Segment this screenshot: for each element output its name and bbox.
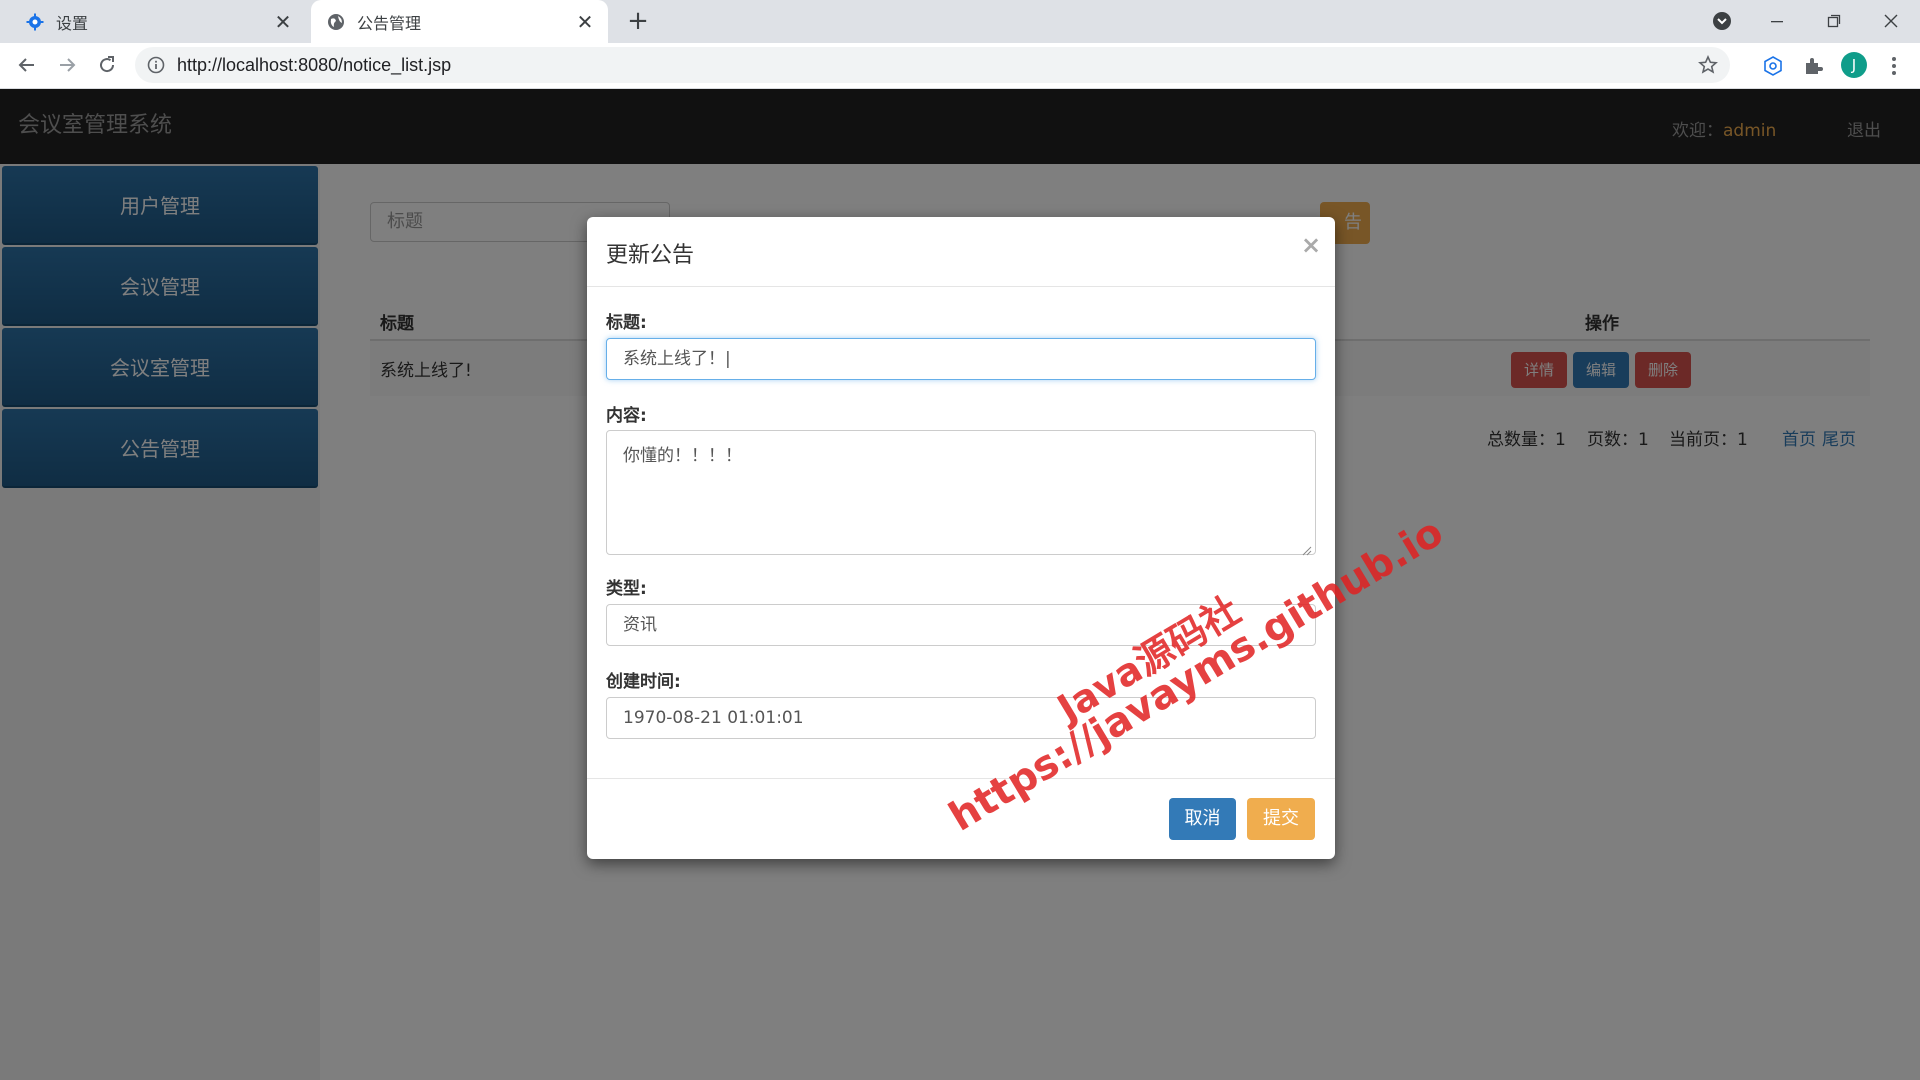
reload-icon[interactable] xyxy=(92,50,122,80)
submit-button[interactable]: 提交 xyxy=(1247,798,1315,840)
gear-icon xyxy=(26,13,44,31)
minimize-icon[interactable] xyxy=(1762,6,1792,36)
modal-header-divider xyxy=(587,286,1335,287)
app-page: 会议室管理系统 欢迎：admin 退出 用户管理 会议管理 会议室管理 公告管理… xyxy=(0,89,1920,1080)
avatar-letter: J xyxy=(1851,56,1857,74)
modal-title: 更新公告 xyxy=(606,243,695,268)
extension-hexagon-icon[interactable] xyxy=(1760,53,1786,79)
browser-tab-settings[interactable]: 设置 ✕ xyxy=(10,0,306,43)
title-label: 标题: xyxy=(606,313,647,333)
type-input[interactable]: 资讯 xyxy=(606,604,1316,646)
forward-arrow-icon[interactable] xyxy=(52,50,82,80)
content-label: 内容: xyxy=(606,406,647,426)
content-textarea[interactable]: 你懂的！！！！ xyxy=(606,430,1316,556)
bookmark-star-icon[interactable] xyxy=(1698,55,1718,75)
tab-search-icon[interactable] xyxy=(1707,6,1737,36)
info-icon[interactable] xyxy=(147,56,165,74)
browser-toolbar: http://localhost:8080/notice_list.jsp J xyxy=(0,43,1920,89)
created-time-label: 创建时间: xyxy=(606,672,681,692)
content-text: 你懂的！！！！ xyxy=(623,446,742,466)
close-icon[interactable]: × xyxy=(1301,231,1321,259)
new-tab-plus-icon[interactable]: + xyxy=(624,8,652,36)
close-icon[interactable]: ✕ xyxy=(272,10,294,34)
modal-footer-divider xyxy=(587,778,1335,779)
address-bar[interactable]: http://localhost:8080/notice_list.jsp xyxy=(135,47,1730,83)
profile-avatar[interactable]: J xyxy=(1841,52,1867,78)
close-window-icon[interactable] xyxy=(1876,6,1906,36)
tab-label: 设置 xyxy=(56,13,89,33)
globe-icon xyxy=(327,13,345,31)
title-input[interactable]: 系统上线了！| xyxy=(606,338,1316,380)
restore-icon[interactable] xyxy=(1819,6,1849,36)
resize-grip-icon[interactable] xyxy=(1302,541,1312,556)
browser-tab-strip: 设置 ✕ 公告管理 ✕ + xyxy=(0,0,1920,43)
created-time-input[interactable]: 1970-08-21 01:01:01 xyxy=(606,697,1316,739)
type-label: 类型: xyxy=(606,579,647,599)
back-arrow-icon[interactable] xyxy=(12,50,42,80)
cancel-button[interactable]: 取消 xyxy=(1169,798,1236,840)
browser-tab-notice[interactable]: 公告管理 ✕ xyxy=(311,0,608,43)
close-icon[interactable]: ✕ xyxy=(574,10,596,34)
tab-label: 公告管理 xyxy=(357,13,422,33)
url-text: http://localhost:8080/notice_list.jsp xyxy=(177,55,452,75)
browser-menu-icon[interactable] xyxy=(1884,51,1904,81)
extensions-puzzle-icon[interactable] xyxy=(1800,53,1826,79)
update-notice-modal: 更新公告 × 标题: 系统上线了！| 内容: 你懂的！！！！ 类型: 资讯 创建… xyxy=(587,217,1335,859)
